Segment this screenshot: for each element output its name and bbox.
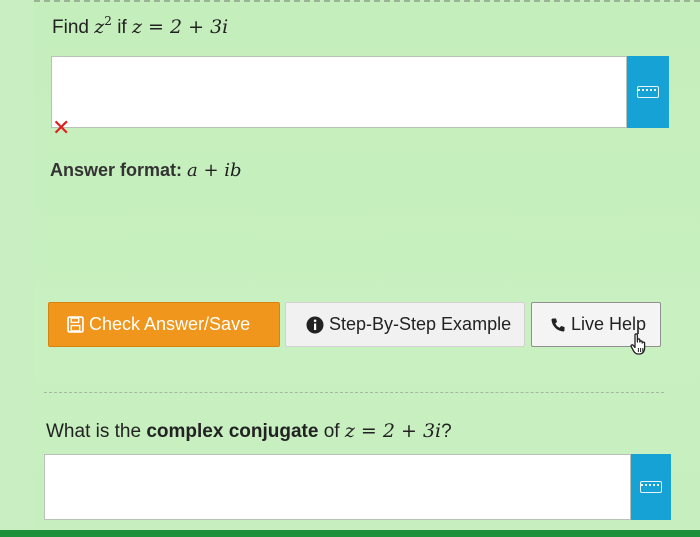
check-answer-button[interactable]: Check Answer/Save [48,302,280,347]
answer-format: Answer format: a + ib [50,160,242,181]
phone-icon [550,317,566,333]
keyboard-icon [637,86,659,98]
top-divider [34,0,700,2]
keyboard-button-2[interactable] [631,454,671,520]
x-mark-icon: ✕ [52,115,71,140]
section-divider [44,392,664,393]
step-by-step-button[interactable]: Step-By-Step Example [285,302,525,347]
question-1-text: Find z2 if z = 2 + 3i [52,14,229,38]
keyboard-icon [640,481,662,493]
bottom-bar [0,530,700,537]
keyboard-button-1[interactable] [627,56,669,128]
info-icon [306,316,324,334]
question-2-text: What is the complex conjugate of z = 2 +… [46,420,452,442]
answer-input-2[interactable] [44,454,631,520]
save-icon [67,316,84,333]
answer-input-1[interactable] [51,56,627,128]
hand-cursor-icon [629,332,651,361]
